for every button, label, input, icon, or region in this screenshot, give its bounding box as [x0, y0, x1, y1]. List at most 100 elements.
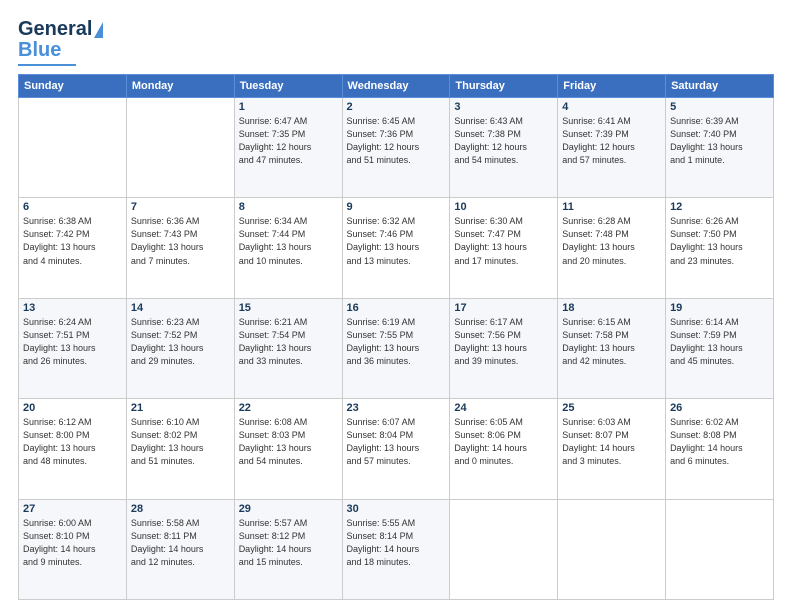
weekday-header-friday: Friday — [558, 75, 666, 98]
day-info: Sunrise: 6:34 AM Sunset: 7:44 PM Dayligh… — [239, 215, 338, 267]
week-row-3: 13 Sunrise: 6:24 AM Sunset: 7:51 PM Dayli… — [19, 298, 774, 398]
day-info: Sunrise: 6:17 AM Sunset: 7:56 PM Dayligh… — [454, 316, 553, 368]
day-info: Sunrise: 6:10 AM Sunset: 8:02 PM Dayligh… — [131, 416, 230, 468]
day-number: 22 — [239, 402, 338, 414]
day-cell: 29Sunrise: 5:57 AM Sunset: 8:12 PM Dayli… — [234, 499, 342, 599]
day-number: 30 — [347, 503, 446, 515]
day-cell: 2 Sunrise: 6:45 AM Sunset: 7:36 PM Daylig… — [342, 98, 450, 198]
day-info: Sunrise: 6:05 AM Sunset: 8:06 PM Dayligh… — [454, 416, 553, 468]
day-info: Sunrise: 6:28 AM Sunset: 7:48 PM Dayligh… — [562, 215, 661, 267]
day-cell: 27 Sunrise: 6:00 AM Sunset: 8:10 PM Dayli… — [19, 499, 127, 599]
day-cell: 26 Sunrise: 6:02 AM Sunset: 8:08 PM Dayli… — [666, 399, 774, 499]
day-cell: 3 Sunrise: 6:43 AM Sunset: 7:38 PM Daylig… — [450, 98, 558, 198]
day-cell — [666, 499, 774, 599]
day-number: 19 — [670, 302, 769, 314]
day-number: 27 — [23, 503, 122, 515]
day-number: 4 — [562, 101, 661, 113]
day-info: Sunrise: 6:30 AM Sunset: 7:47 PM Dayligh… — [454, 215, 553, 267]
day-number: 15 — [239, 302, 338, 314]
weekday-header-sunday: Sunday — [19, 75, 127, 98]
day-info: Sunrise: 5:55 AM Sunset: 8:14 PM Dayligh… — [347, 517, 446, 569]
day-cell: 8Sunrise: 6:34 AM Sunset: 7:44 PM Daylig… — [234, 198, 342, 298]
day-cell — [558, 499, 666, 599]
page: General Blue SundayMondayTuesdayWednesda… — [0, 0, 792, 612]
day-number: 17 — [454, 302, 553, 314]
day-number: 23 — [347, 402, 446, 414]
day-info: Sunrise: 6:21 AM Sunset: 7:54 PM Dayligh… — [239, 316, 338, 368]
day-cell: 6 Sunrise: 6:38 AM Sunset: 7:42 PM Daylig… — [19, 198, 127, 298]
header: General Blue — [18, 18, 774, 66]
logo-blue: Blue — [18, 39, 61, 62]
day-number: 9 — [347, 201, 446, 213]
day-info: Sunrise: 6:43 AM Sunset: 7:38 PM Dayligh… — [454, 115, 553, 167]
day-cell — [19, 98, 127, 198]
day-number: 12 — [670, 201, 769, 213]
day-cell: 15 Sunrise: 6:21 AM Sunset: 7:54 PM Dayli… — [234, 298, 342, 398]
day-number: 29 — [239, 503, 338, 515]
weekday-header-thursday: Thursday — [450, 75, 558, 98]
day-cell: 30 Sunrise: 5:55 AM Sunset: 8:14 PM Dayli… — [342, 499, 450, 599]
day-number: 3 — [454, 101, 553, 113]
day-cell: 28 Sunrise: 5:58 AM Sunset: 8:11 PM Dayli… — [126, 499, 234, 599]
week-row-5: 27 Sunrise: 6:00 AM Sunset: 8:10 PM Dayli… — [19, 499, 774, 599]
day-info: Sunrise: 6:19 AM Sunset: 7:55 PM Dayligh… — [347, 316, 446, 368]
day-info: Sunrise: 6:24 AM Sunset: 7:51 PM Dayligh… — [23, 316, 122, 368]
day-number: 28 — [131, 503, 230, 515]
day-info: Sunrise: 6:00 AM Sunset: 8:10 PM Dayligh… — [23, 517, 122, 569]
day-info: Sunrise: 6:14 AM Sunset: 7:59 PM Dayligh… — [670, 316, 769, 368]
day-number: 26 — [670, 402, 769, 414]
day-info: Sunrise: 6:12 AM Sunset: 8:00 PM Dayligh… — [23, 416, 122, 468]
day-number: 7 — [131, 201, 230, 213]
day-info: Sunrise: 6:32 AM Sunset: 7:46 PM Dayligh… — [347, 215, 446, 267]
day-info: Sunrise: 6:45 AM Sunset: 7:36 PM Dayligh… — [347, 115, 446, 167]
day-number: 2 — [347, 101, 446, 113]
day-number: 5 — [670, 101, 769, 113]
day-info: Sunrise: 5:58 AM Sunset: 8:11 PM Dayligh… — [131, 517, 230, 569]
day-cell — [126, 98, 234, 198]
day-info: Sunrise: 6:08 AM Sunset: 8:03 PM Dayligh… — [239, 416, 338, 468]
day-cell: 21 Sunrise: 6:10 AM Sunset: 8:02 PM Dayli… — [126, 399, 234, 499]
day-number: 18 — [562, 302, 661, 314]
day-cell: 19 Sunrise: 6:14 AM Sunset: 7:59 PM Dayli… — [666, 298, 774, 398]
day-number: 14 — [131, 302, 230, 314]
day-cell: 25Sunrise: 6:03 AM Sunset: 8:07 PM Dayli… — [558, 399, 666, 499]
day-info: Sunrise: 6:36 AM Sunset: 7:43 PM Dayligh… — [131, 215, 230, 267]
day-number: 16 — [347, 302, 446, 314]
day-number: 21 — [131, 402, 230, 414]
day-number: 13 — [23, 302, 122, 314]
day-info: Sunrise: 6:23 AM Sunset: 7:52 PM Dayligh… — [131, 316, 230, 368]
weekday-header-tuesday: Tuesday — [234, 75, 342, 98]
day-info: Sunrise: 6:41 AM Sunset: 7:39 PM Dayligh… — [562, 115, 661, 167]
logo-underline — [18, 64, 76, 66]
day-cell: 14 Sunrise: 6:23 AM Sunset: 7:52 PM Dayli… — [126, 298, 234, 398]
day-number: 10 — [454, 201, 553, 213]
weekday-header-saturday: Saturday — [666, 75, 774, 98]
day-cell: 13 Sunrise: 6:24 AM Sunset: 7:51 PM Dayli… — [19, 298, 127, 398]
day-cell: 16 Sunrise: 6:19 AM Sunset: 7:55 PM Dayli… — [342, 298, 450, 398]
day-cell: 7 Sunrise: 6:36 AM Sunset: 7:43 PM Daylig… — [126, 198, 234, 298]
day-cell: 11 Sunrise: 6:28 AM Sunset: 7:48 PM Dayli… — [558, 198, 666, 298]
week-row-1: 1 Sunrise: 6:47 AM Sunset: 7:35 PM Daylig… — [19, 98, 774, 198]
day-cell: 18 Sunrise: 6:15 AM Sunset: 7:58 PM Dayli… — [558, 298, 666, 398]
day-number: 6 — [23, 201, 122, 213]
day-info: Sunrise: 6:47 AM Sunset: 7:35 PM Dayligh… — [239, 115, 338, 167]
day-cell: 22 Sunrise: 6:08 AM Sunset: 8:03 PM Dayli… — [234, 399, 342, 499]
day-cell: 23Sunrise: 6:07 AM Sunset: 8:04 PM Dayli… — [342, 399, 450, 499]
day-number: 11 — [562, 201, 661, 213]
day-number: 20 — [23, 402, 122, 414]
weekday-header-row: SundayMondayTuesdayWednesdayThursdayFrid… — [19, 75, 774, 98]
day-info: Sunrise: 6:02 AM Sunset: 8:08 PM Dayligh… — [670, 416, 769, 468]
day-cell: 24Sunrise: 6:05 AM Sunset: 8:06 PM Dayli… — [450, 399, 558, 499]
logo-triangle-icon — [94, 22, 103, 38]
day-cell: 4 Sunrise: 6:41 AM Sunset: 7:39 PM Daylig… — [558, 98, 666, 198]
day-number: 1 — [239, 101, 338, 113]
day-cell: 9 Sunrise: 6:32 AM Sunset: 7:46 PM Daylig… — [342, 198, 450, 298]
day-info: Sunrise: 6:26 AM Sunset: 7:50 PM Dayligh… — [670, 215, 769, 267]
day-cell: 5Sunrise: 6:39 AM Sunset: 7:40 PM Daylig… — [666, 98, 774, 198]
day-cell — [450, 499, 558, 599]
day-cell: 17 Sunrise: 6:17 AM Sunset: 7:56 PM Dayli… — [450, 298, 558, 398]
day-cell: 1 Sunrise: 6:47 AM Sunset: 7:35 PM Daylig… — [234, 98, 342, 198]
day-cell: 12 Sunrise: 6:26 AM Sunset: 7:50 PM Dayli… — [666, 198, 774, 298]
day-info: Sunrise: 6:38 AM Sunset: 7:42 PM Dayligh… — [23, 215, 122, 267]
day-info: Sunrise: 6:15 AM Sunset: 7:58 PM Dayligh… — [562, 316, 661, 368]
